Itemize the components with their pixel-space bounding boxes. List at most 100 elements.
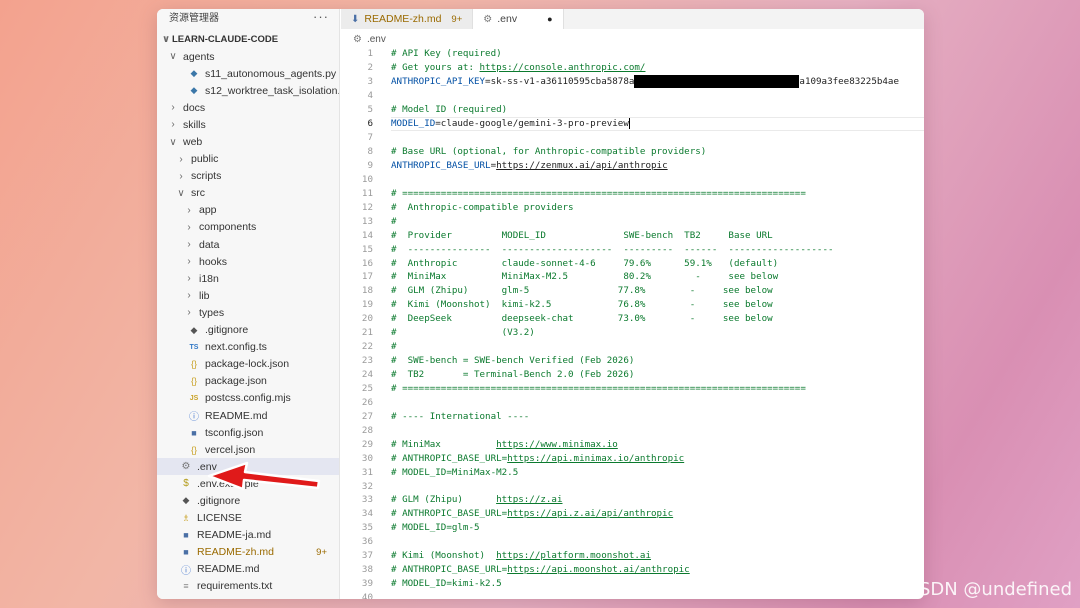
more-actions-icon[interactable]: ··· [313,9,329,24]
tree-item-label: app [199,204,217,217]
tree-item[interactable]: › hooks [157,253,339,270]
code-line[interactable]: 17 # MiniMax MiniMax-M2.5 80.2% - see bel… [341,270,924,284]
code-line[interactable]: 5 # Model ID (required) [341,103,924,117]
code-line[interactable]: 35 # MODEL_ID=glm-5 [341,521,924,535]
code-line[interactable]: 27 # ---- International ---- [341,409,924,423]
tree-item[interactable]: ≡ requirements.txt [157,578,339,595]
code-link[interactable]: https://console.anthropic.com/ [480,62,646,73]
code-line[interactable]: 30 # ANTHROPIC_BASE_URL=https://api.minim… [341,451,924,465]
code-line[interactable]: 24 # TB2 = Terminal-Bench 2.0 (Feb 2026) [341,368,924,382]
code-link[interactable]: https://api.moonshot.ai/anthropic [507,564,690,575]
code-line[interactable]: 3 ANTHROPIC_API_KEY=sk-ss-v1-a36110595cba… [341,75,924,89]
tree-item[interactable]: › i18n [157,270,339,287]
code-line[interactable]: 20 # DeepSeek deepseek-chat 73.0% - see b… [341,312,924,326]
code-line[interactable]: 31 # MODEL_ID=MiniMax-M2.5 [341,465,924,479]
tree-item[interactable]: JS postcss.config.mjs [157,390,339,407]
tree-item[interactable]: › types [157,304,339,321]
code-line[interactable]: 38 # ANTHROPIC_BASE_URL=https://api.moons… [341,563,924,577]
code-line[interactable]: 18 # GLM (Zhipu) glm-5 77.8% - see below [341,284,924,298]
code-line[interactable]: 13 # [341,214,924,228]
tree-item-label: i18n [199,272,219,285]
tree-item[interactable]: › app [157,202,339,219]
code-line[interactable]: 15 # --------------- --------------------… [341,242,924,256]
tree-item[interactable]: › lib [157,287,339,304]
code-line[interactable]: 37 # Kimi (Moonshot) https://platform.moo… [341,549,924,563]
code-link[interactable]: https://z.ai [496,494,562,505]
line-number: 29 [361,438,373,450]
tree-item[interactable]: {} package.json [157,373,339,390]
tree-item[interactable]: › data [157,236,339,253]
code-line[interactable]: 21 # (V3.2) [341,326,924,340]
editor-tab[interactable]: ⬇ README-zh.md 9+ [341,9,474,29]
code-token: # MiniMax MiniMax-M2.5 80.2% - see below [391,271,779,283]
code-link[interactable]: https://www.minimax.io [496,439,618,450]
tree-item[interactable]: ◆ s12_worktree_task_isolation.py [157,82,339,99]
code-line[interactable]: 10 [341,172,924,186]
code-line[interactable]: 7 [341,131,924,145]
line-number: 38 [361,564,373,576]
tree-item[interactable]: ♗ LICENSE [157,510,339,527]
tree-item[interactable]: {} package-lock.json [157,356,339,373]
code-line[interactable]: 25 # ====================================… [341,382,924,396]
tree-item[interactable]: › skills [157,116,339,133]
tree-item[interactable]: ◆ .gitignore [157,322,339,339]
tree-item-label: s11_autonomous_agents.py [205,67,337,80]
tree-item[interactable]: › scripts [157,168,339,185]
code-line[interactable]: 14 # Provider MODEL_ID SWE-bench TB2 Base… [341,228,924,242]
code-text: # Provider MODEL_ID SWE-bench TB2 Base U… [391,230,773,241]
code-line[interactable]: 4 [341,89,924,103]
code-line[interactable]: 29 # MiniMax https://www.minimax.io [341,437,924,451]
code-line[interactable]: 8 # Base URL (optional, for Anthropic-com… [341,145,924,159]
tree-item[interactable]: ∨ src [157,185,339,202]
code-line[interactable]: 28 [341,423,924,437]
code-text: # SWE-bench = SWE-bench Verified (Feb 20… [391,355,634,366]
tree-item[interactable]: › docs [157,99,339,116]
code-token: # [391,341,397,353]
code-link[interactable]: https://api.minimax.io/anthropic [507,453,684,464]
code-line[interactable]: 26 [341,395,924,409]
tree-item[interactable]: ⓘ README.md [157,407,339,424]
code-line[interactable]: 12 # Anthropic-compatible providers [341,200,924,214]
code-line[interactable]: 19 # Kimi (Moonshot) kimi-k2.5 76.8% - se… [341,298,924,312]
tree-item[interactable]: ◆ .gitignore [157,492,339,509]
info-file-icon: ⓘ [181,565,191,577]
code-line[interactable]: 33 # GLM (Zhipu) https://z.ai [341,493,924,507]
tree-item[interactable]: ■ tsconfig.json [157,424,339,441]
tree-item[interactable]: ∨ web [157,133,339,150]
editor-tab[interactable]: ⚙ .env ● [473,9,564,29]
tree-item[interactable]: TS next.config.ts [157,339,339,356]
code-editor[interactable]: 1 # API Key (required) 2 # Get yours at: ht… [341,47,924,599]
code-line[interactable]: 16 # Anthropic claude-sonnet-4-6 79.6% 59… [341,256,924,270]
tree-item[interactable]: ■ README-ja.md [157,527,339,544]
code-line[interactable]: 22 # [341,340,924,354]
tree-item[interactable]: ■ README-zh.md 9+ [157,544,339,561]
tree-item[interactable]: ◆ s11_autonomous_agents.py [157,65,339,82]
tree-item[interactable]: ⓘ README.md [157,561,339,578]
tree-item[interactable]: › components [157,219,339,236]
code-link[interactable]: https://api.z.ai/api/anthropic [507,508,673,519]
code-line[interactable]: 2 # Get yours at: https://console.anthrop… [341,61,924,75]
unsaved-dot-icon[interactable]: ● [547,14,552,24]
code-line[interactable]: 34 # ANTHROPIC_BASE_URL=https://api.z.ai/… [341,507,924,521]
code-token: # Kimi (Moonshot) kimi-k2.5 76.8% - see … [391,299,773,311]
code-line[interactable]: 9 ANTHROPIC_BASE_URL=https://zenmux.ai/ap… [341,159,924,173]
code-token: # ANTHROPIC_BASE_URL= [391,508,508,520]
code-line[interactable]: 11 # ====================================… [341,186,924,200]
code-line[interactable]: 1 # API Key (required) [341,47,924,61]
breadcrumb[interactable]: ⚙ .env [353,31,386,47]
code-link[interactable]: https://platform.moonshot.ai [496,550,651,561]
code-line[interactable]: 6 MODEL_ID=claude-google/gemini-3-pro-pre… [341,116,924,131]
tree-item[interactable]: ∨ agents [157,48,339,65]
code-token: # Anthropic-compatible providers [391,201,574,213]
code-line[interactable]: 32 [341,479,924,493]
code-line[interactable]: 39 # MODEL_ID=kimi-k2.5 [341,577,924,591]
tree-item-label: LICENSE [197,512,242,525]
code-line[interactable]: 40 [341,591,924,599]
file-tree: ∨ agents ◆ s11_autonomous_agents.py ◆ s12_wor… [157,48,339,595]
project-root[interactable]: ∨ LEARN-CLAUDE-CODE [157,31,339,48]
code-line[interactable]: 23 # SWE-bench = SWE-bench Verified (Feb … [341,354,924,368]
code-line[interactable]: 36 [341,535,924,549]
code-text: # Model ID (required) [391,104,507,115]
code-link[interactable]: https://zenmux.ai/api/anthropic [496,160,667,171]
tree-item[interactable]: › public [157,151,339,168]
